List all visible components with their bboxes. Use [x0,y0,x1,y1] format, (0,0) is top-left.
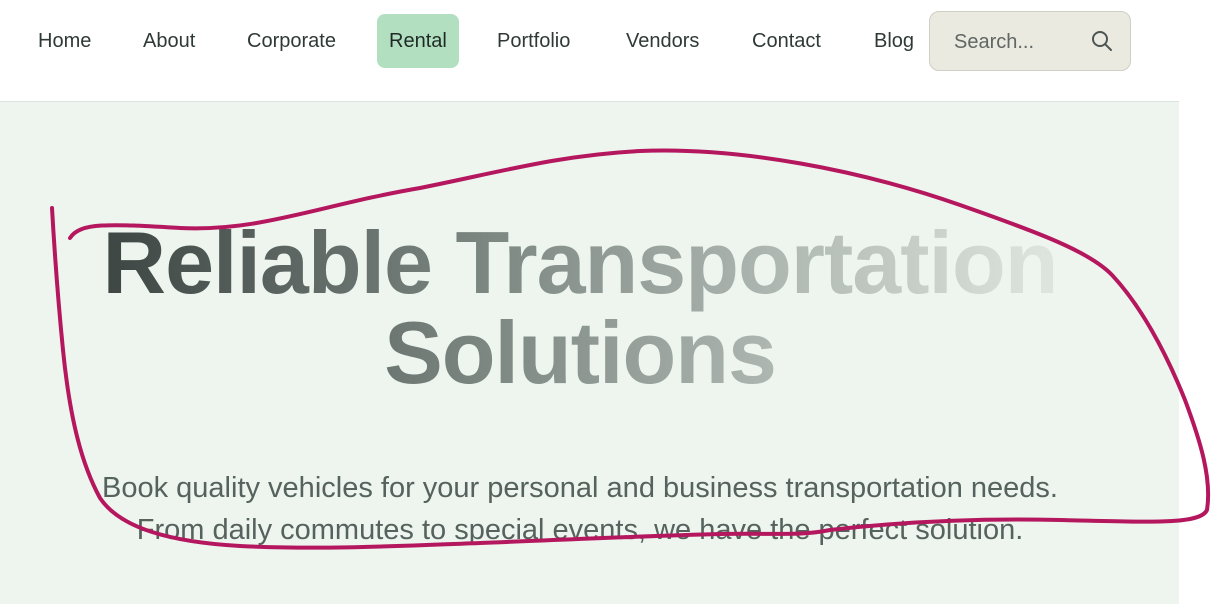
nav-item-corporate[interactable]: Corporate [247,28,336,54]
hero-title-line-2: Solutions [384,303,776,402]
hero-subtitle-line-1: Book quality vehicles for your personal … [102,472,1058,504]
page-margin [1179,0,1211,604]
nav-item-contact[interactable]: Contact [752,28,821,54]
nav-item-portfolio[interactable]: Portfolio [497,28,570,54]
nav-item-rental[interactable]: Rental [377,14,459,68]
hero-subtitle: Book quality vehicles for your personal … [0,467,1160,551]
search-icon[interactable] [1090,29,1114,53]
hero-title: Reliable Transportation Solutions [0,218,1160,398]
search-input[interactable] [952,26,1086,58]
nav-item-about[interactable]: About [143,28,195,54]
hero-subtitle-line-2: From daily commutes to special events, w… [136,514,1024,546]
nav-item-blog[interactable]: Blog [874,28,914,54]
hero-title-line-1: Reliable Transportation [102,213,1058,312]
nav-item-vendors[interactable]: Vendors [626,28,699,54]
top-navbar: Home About Corporate Rental Portfolio Ve… [0,0,1179,102]
page: Home About Corporate Rental Portfolio Ve… [0,0,1211,604]
nav-item-home[interactable]: Home [38,28,91,54]
search-box [929,11,1131,71]
